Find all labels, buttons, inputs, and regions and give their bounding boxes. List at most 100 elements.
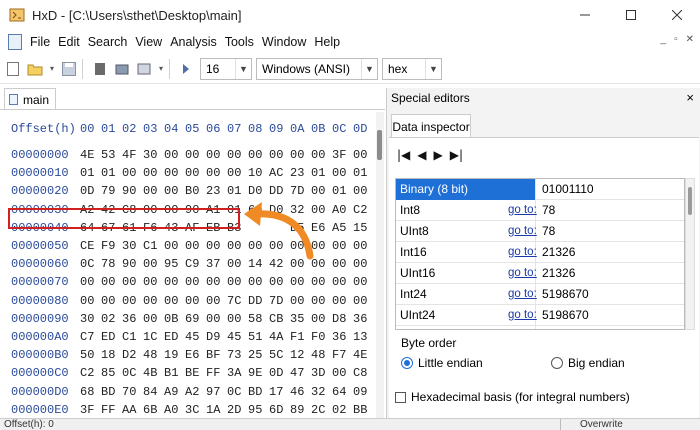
- hex-byte[interactable]: A0: [332, 203, 353, 217]
- hex-byte[interactable]: 0C: [80, 257, 101, 271]
- hex-byte[interactable]: 85: [101, 366, 122, 380]
- hex-byte[interactable]: 00: [206, 294, 227, 308]
- scrollbar-thumb[interactable]: [688, 187, 692, 215]
- inspector-value[interactable]: 5198670: [542, 305, 589, 326]
- hex-row[interactable]: 00000010 01 01 00 00 00 00 00 00 10 AC 23 01 00 01: [0, 166, 375, 184]
- go-to-link[interactable]: go to:: [508, 305, 537, 326]
- hex-byte[interactable]: 00: [164, 239, 185, 253]
- hex-byte[interactable]: 00: [80, 294, 101, 308]
- hex-row[interactable]: 000000B0 50 18 D2 48 19 E6 BF 73 25 5C 12 48 F7 4E: [0, 348, 375, 366]
- hex-byte[interactable]: 00: [269, 275, 290, 289]
- hex-row[interactable]: 00000080 00 00 00 00 00 00 00 7C DD 7D 00 00 00 00: [0, 294, 375, 312]
- hex-byte[interactable]: 17: [269, 385, 290, 399]
- hex-byte[interactable]: FF: [101, 403, 122, 417]
- hex-byte[interactable]: 69: [185, 312, 206, 326]
- inspector-value[interactable]: 21326: [542, 263, 575, 284]
- hex-byte[interactable]: 00: [332, 294, 353, 308]
- hex-byte[interactable]: 30: [143, 148, 164, 162]
- bytes-per-row-select[interactable]: 16 ▼: [200, 57, 252, 80]
- hex-byte[interactable]: 3C: [185, 403, 206, 417]
- mdi-minimize-icon[interactable]: _: [661, 34, 667, 45]
- radio-unselected-icon[interactable]: [551, 357, 563, 369]
- hex-byte[interactable]: 6D: [269, 403, 290, 417]
- hex-row[interactable]: 00000070 00 00 00 00 00 00 00 00 00 00 00 00 00 00: [0, 275, 375, 293]
- hex-row[interactable]: 00000090 30 02 36 00 0B 69 00 00 58 CB 35 00 D8 36: [0, 312, 375, 330]
- ram-editor-icon[interactable]: [113, 60, 131, 78]
- save-icon[interactable]: [60, 60, 78, 78]
- open-dropdown-icon[interactable]: ▾: [48, 60, 56, 78]
- go-to-link[interactable]: go to:: [508, 242, 537, 263]
- hex-byte[interactable]: C1: [122, 330, 143, 344]
- hex-byte[interactable]: 5C: [269, 348, 290, 362]
- hex-byte[interactable]: 00: [164, 275, 185, 289]
- hex-byte[interactable]: 7C: [227, 294, 248, 308]
- hex-byte[interactable]: 00: [206, 148, 227, 162]
- hex-byte[interactable]: 50: [80, 348, 101, 362]
- inspector-row[interactable]: Int8 go to: 78: [396, 200, 684, 221]
- tab-data-inspector[interactable]: Data inspector: [391, 114, 471, 138]
- hex-byte[interactable]: 00: [122, 275, 143, 289]
- hex-byte[interactable]: 00: [143, 294, 164, 308]
- hex-byte[interactable]: 35: [290, 312, 311, 326]
- hex-byte[interactable]: 3A: [227, 366, 248, 380]
- hex-byte[interactable]: 00: [164, 184, 185, 198]
- hex-byte[interactable]: 00: [143, 184, 164, 198]
- go-to-link[interactable]: go to:: [508, 263, 537, 284]
- hex-byte[interactable]: 00: [353, 294, 374, 308]
- hex-byte[interactable]: 78: [101, 257, 122, 271]
- hex-byte[interactable]: C2: [80, 366, 101, 380]
- hex-byte[interactable]: C8: [353, 366, 374, 380]
- hex-byte[interactable]: 00: [227, 312, 248, 326]
- document-icon[interactable]: [8, 34, 22, 50]
- hex-byte[interactable]: 4E: [80, 148, 101, 162]
- data-inspector-table[interactable]: Binary (8 bit) 01001110 Int8 go to: 78 UInt8 g…: [395, 178, 685, 330]
- hex-byte[interactable]: 00: [164, 166, 185, 180]
- radio-selected-icon[interactable]: [401, 357, 413, 369]
- hex-scrollbar[interactable]: [376, 112, 384, 418]
- hex-byte[interactable]: D8: [332, 312, 353, 326]
- hex-byte[interactable]: 1C: [143, 330, 164, 344]
- hex-byte[interactable]: 00: [353, 184, 374, 198]
- hex-byte[interactable]: 51: [248, 330, 269, 344]
- hex-byte[interactable]: 58: [248, 312, 269, 326]
- menu-file[interactable]: File: [26, 35, 54, 49]
- inspector-row[interactable]: Int16 go to: 21326: [396, 242, 684, 263]
- hex-byte[interactable]: 00: [290, 148, 311, 162]
- hex-byte[interactable]: 6B: [143, 403, 164, 417]
- hex-byte[interactable]: FF: [206, 366, 227, 380]
- hex-byte[interactable]: 00: [206, 166, 227, 180]
- inspector-value[interactable]: 21326: [542, 242, 575, 263]
- hex-byte[interactable]: 00: [206, 239, 227, 253]
- hex-byte[interactable]: 12: [290, 348, 311, 362]
- hex-byte[interactable]: 00: [269, 148, 290, 162]
- hex-byte[interactable]: C7: [80, 330, 101, 344]
- chevron-down-icon[interactable]: ▼: [425, 58, 441, 79]
- hex-byte[interactable]: 23: [290, 166, 311, 180]
- hex-byte[interactable]: 00: [227, 166, 248, 180]
- hex-byte[interactable]: 10: [248, 166, 269, 180]
- inspector-value[interactable]: 5198670: [542, 284, 589, 305]
- little-endian-radio[interactable]: Little endian: [401, 356, 483, 370]
- inspector-row[interactable]: UInt24 go to: 5198670: [396, 305, 684, 326]
- checkbox-icon[interactable]: [395, 391, 406, 403]
- hex-byte[interactable]: 00: [164, 148, 185, 162]
- hex-byte[interactable]: 02: [332, 403, 353, 417]
- hex-byte[interactable]: BE: [185, 366, 206, 380]
- hex-byte[interactable]: 01: [101, 166, 122, 180]
- hex-byte[interactable]: 4E: [353, 348, 374, 362]
- hex-byte[interactable]: 79: [101, 184, 122, 198]
- go-to-link[interactable]: go to:: [508, 326, 537, 329]
- hex-byte[interactable]: B0: [185, 184, 206, 198]
- next-icon[interactable]: ▶: [434, 148, 443, 162]
- hex-byte[interactable]: AC: [269, 166, 290, 180]
- display-mode-select[interactable]: hex ▼: [382, 57, 442, 80]
- hex-byte[interactable]: 00: [227, 148, 248, 162]
- hex-byte[interactable]: 00: [332, 257, 353, 271]
- hex-byte[interactable]: 00: [122, 166, 143, 180]
- open-folder-icon[interactable]: [26, 60, 44, 78]
- hex-byte[interactable]: BD: [101, 385, 122, 399]
- new-file-icon[interactable]: [4, 60, 22, 78]
- hex-byte[interactable]: 48: [143, 348, 164, 362]
- hex-byte[interactable]: 00: [185, 239, 206, 253]
- go-to-link[interactable]: go to:: [508, 284, 537, 305]
